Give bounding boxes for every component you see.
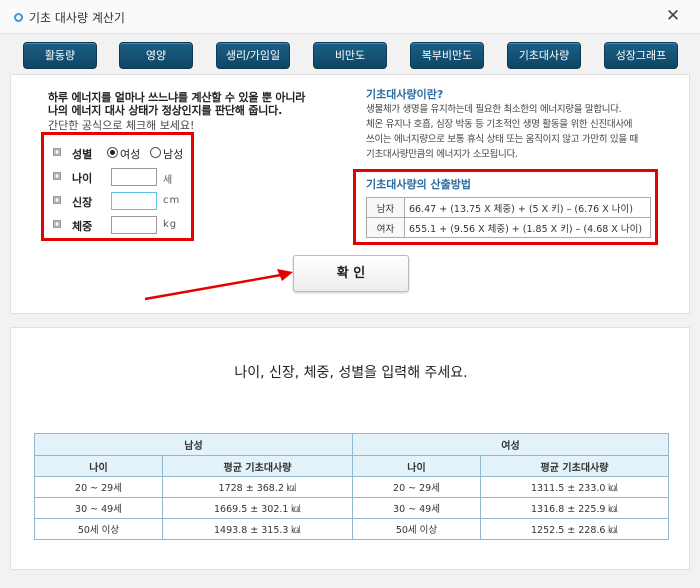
gender-label: 성별 — [72, 148, 93, 161]
table-cell: 1493.8 ± 315.3 ㎉ — [162, 518, 353, 540]
bullet-icon — [53, 196, 61, 204]
col-age: 나이 — [34, 455, 163, 477]
gender-row: 성별 여성 남성 — [53, 144, 193, 162]
weight-unit: kg — [163, 219, 178, 230]
table-cell: 1728 ± 368.2 ㎉ — [162, 476, 353, 498]
gender-female-radio[interactable] — [107, 147, 118, 158]
input-form: 성별 여성 남성 나이 세 신장 cm 체중 kg — [41, 132, 194, 241]
table-cell: 50세 이상 — [352, 518, 481, 540]
formula-text: 655.1 + (9.56 X 체중) + (1.85 X 키) – (4.68… — [404, 217, 651, 238]
formula-label: 여자 — [366, 217, 405, 238]
height-unit: cm — [163, 195, 181, 206]
table-group-header: 남성 여성 — [34, 433, 669, 456]
tab-nutrition[interactable]: 영양 — [119, 42, 193, 69]
weight-row: 체중 kg — [53, 216, 193, 234]
intro-text: 하루 에너지를 얼마나 쓰느냐를 계산할 수 있을 뿐 아니라 나의 에너지 대… — [48, 91, 306, 117]
tab-activity[interactable]: 활동량 — [23, 42, 97, 69]
table-cell: 1311.5 ± 233.0 ㎉ — [480, 476, 669, 498]
formula-row-male: 남자 66.47 + (13.75 X 체중) + (5 X 키) – (6.7… — [366, 197, 651, 218]
confirm-button[interactable]: 확 인 — [293, 255, 409, 292]
table-cell: 20 ~ 29세 — [352, 476, 481, 498]
window-title: 기초 대사량 계산기 — [29, 11, 125, 25]
weight-label: 체중 — [72, 220, 93, 233]
weight-input[interactable] — [111, 216, 157, 234]
table-cell: 20 ~ 29세 — [34, 476, 163, 498]
formula-box: 기초대사량의 산출방법 남자 66.47 + (13.75 X 체중) + (5… — [353, 169, 658, 245]
formula-row-female: 여자 655.1 + (9.56 X 체중) + (1.85 X 키) – (4… — [366, 217, 651, 238]
col-avg: 평균 기초대사량 — [480, 455, 669, 477]
close-icon[interactable]: ✕ — [664, 6, 682, 26]
tab-bmr[interactable]: 기초대사량 — [507, 42, 581, 69]
formula-text: 66.47 + (13.75 X 체중) + (5 X 키) – (6.76 X… — [404, 197, 651, 218]
age-label: 나이 — [72, 172, 93, 185]
tab-growth-chart[interactable]: 성장그래프 — [604, 42, 678, 69]
gender-male-label[interactable]: 남성 — [163, 146, 183, 162]
age-row: 나이 세 — [53, 168, 193, 186]
age-input[interactable] — [111, 168, 157, 186]
height-row: 신장 cm — [53, 192, 193, 210]
result-message: 나이, 신장, 체중, 성별을 입력해 주세요. — [234, 365, 468, 381]
table-cell: 1252.5 ± 228.6 ㎉ — [480, 518, 669, 540]
intro-subtext: 간단한 공식으로 체크해 보세요! — [48, 119, 195, 132]
bullet-icon — [53, 148, 61, 156]
title-bar: 기초 대사량 계산기 ✕ — [0, 0, 700, 34]
gender-male-radio[interactable] — [150, 147, 161, 158]
table-cell: 1669.5 ± 302.1 ㎉ — [162, 497, 353, 519]
gender-female-label[interactable]: 여성 — [120, 146, 140, 162]
formula-label: 남자 — [366, 197, 405, 218]
bmr-definition-text: 생물체가 생명을 유지하는데 필요한 최소한의 에너지량을 말합니다. 체온 유… — [366, 104, 638, 160]
bullet-icon — [53, 220, 61, 228]
circle-icon — [14, 13, 23, 22]
tab-bar: 활동량 영양 생리/가임일 비만도 복부비만도 기초대사량 성장그래프 — [0, 42, 700, 70]
height-input[interactable] — [111, 192, 157, 210]
table-row: 20 ~ 29세 1728 ± 368.2 ㎉ 20 ~ 29세 1311.5 … — [34, 476, 669, 498]
table-row: 30 ~ 49세 1669.5 ± 302.1 ㎉ 30 ~ 49세 1316.… — [34, 497, 669, 519]
female-header: 여성 — [352, 433, 669, 456]
col-age: 나이 — [352, 455, 481, 477]
table-row: 50세 이상 1493.8 ± 315.3 ㎉ 50세 이상 1252.5 ± … — [34, 518, 669, 540]
average-bmr-table: 남성 여성 나이 평균 기초대사량 나이 평균 기초대사량 20 ~ 29세 1… — [34, 433, 669, 540]
input-panel: 하루 에너지를 얼마나 쓰느냐를 계산할 수 있을 뿐 아니라 나의 에너지 대… — [10, 74, 690, 314]
col-avg: 평균 기초대사량 — [162, 455, 353, 477]
table-cell: 1316.8 ± 225.9 ㎉ — [480, 497, 669, 519]
bmr-definition-title: 기초대사량이란? — [366, 88, 444, 101]
bullet-icon — [53, 172, 61, 180]
age-unit: 세 — [163, 175, 174, 186]
tab-obesity[interactable]: 비만도 — [313, 42, 387, 69]
table-cell: 50세 이상 — [34, 518, 163, 540]
height-label: 신장 — [72, 196, 93, 209]
table-cell: 30 ~ 49세 — [352, 497, 481, 519]
formula-title: 기초대사량의 산출방법 — [366, 178, 472, 191]
tab-abdominal-obesity[interactable]: 복부비만도 — [410, 42, 484, 69]
table-column-header: 나이 평균 기초대사량 나이 평균 기초대사량 — [34, 455, 669, 477]
tab-menstrual[interactable]: 생리/가임일 — [216, 42, 290, 69]
result-panel: 나이, 신장, 체중, 성별을 입력해 주세요. 남성 여성 나이 평균 기초대… — [10, 327, 690, 570]
table-cell: 30 ~ 49세 — [34, 497, 163, 519]
formula-table: 남자 66.47 + (13.75 X 체중) + (5 X 키) – (6.7… — [366, 197, 651, 238]
arrow-icon — [144, 269, 293, 301]
male-header: 남성 — [34, 433, 353, 456]
